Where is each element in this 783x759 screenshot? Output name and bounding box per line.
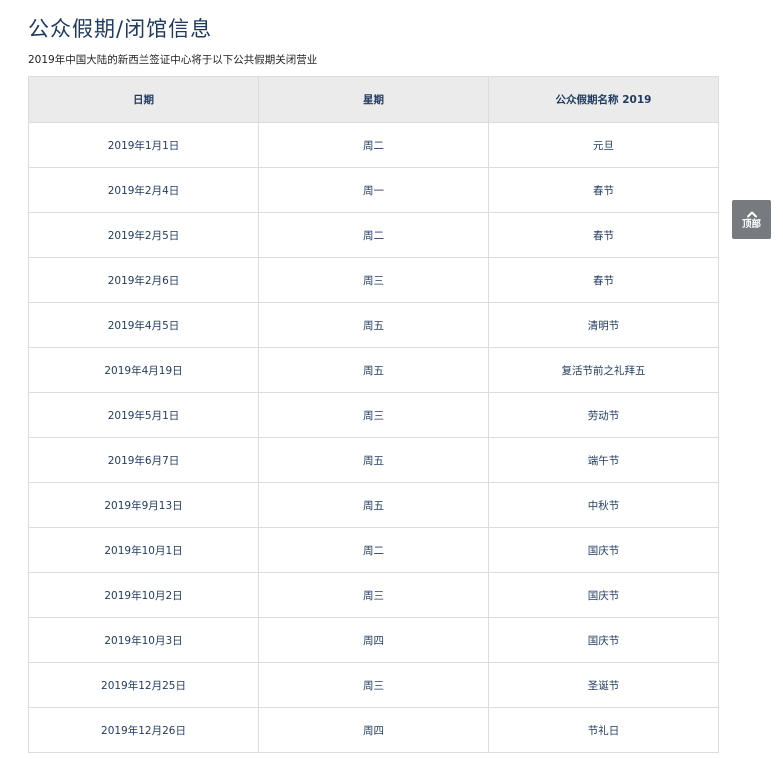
weekday-cell: 周五 <box>258 347 489 393</box>
column-header-date: 日期 <box>28 76 259 123</box>
holiday-name-cell: 国庆节 <box>488 617 719 663</box>
date-cell: 2019年10月3日 <box>28 617 259 663</box>
back-to-top-button[interactable]: 顶部 <box>732 200 771 239</box>
weekday-cell: 周三 <box>258 257 489 303</box>
holiday-table-header: 日期 星期 公众假期名称 2019 <box>28 76 719 123</box>
date-cell: 2019年9月13日 <box>28 482 259 528</box>
weekday-cell: 周二 <box>258 527 489 573</box>
table-row: 2019年2月6日 周三 春节 <box>28 257 719 303</box>
date-cell: 2019年2月4日 <box>28 167 259 213</box>
date-cell: 2019年2月5日 <box>28 212 259 258</box>
weekday-cell: 周五 <box>258 482 489 528</box>
intro-text: 2019年中国大陆的新西兰签证中心将于以下公共假期关闭营业 <box>28 54 318 66</box>
holiday-name-cell: 春节 <box>488 212 719 258</box>
table-row: 2019年4月5日 周五 清明节 <box>28 302 719 348</box>
holiday-table: 日期 星期 公众假期名称 2019 2019年1月1日 周二 元旦 2019年2… <box>28 76 719 753</box>
date-cell: 2019年4月5日 <box>28 302 259 348</box>
date-cell: 2019年6月7日 <box>28 437 259 483</box>
table-row: 2019年10月2日 周三 国庆节 <box>28 572 719 618</box>
holiday-name-cell: 春节 <box>488 257 719 303</box>
weekday-cell: 周三 <box>258 662 489 708</box>
date-cell: 2019年12月25日 <box>28 662 259 708</box>
chevron-up-icon <box>746 211 757 217</box>
column-header-weekday: 星期 <box>258 76 489 123</box>
holiday-name-cell: 国庆节 <box>488 572 719 618</box>
date-cell: 2019年2月6日 <box>28 257 259 303</box>
holiday-name-cell: 元旦 <box>488 122 719 168</box>
holiday-name-cell: 圣诞节 <box>488 662 719 708</box>
back-to-top-label: 顶部 <box>741 218 761 230</box>
weekday-cell: 周三 <box>258 572 489 618</box>
header-row: 日期 星期 公众假期名称 2019 <box>28 76 719 123</box>
table-row: 2019年10月1日 周二 国庆节 <box>28 527 719 573</box>
holiday-name-cell: 节礼日 <box>488 707 719 753</box>
weekday-cell: 周一 <box>258 167 489 213</box>
table-row: 2019年5月1日 周三 劳动节 <box>28 392 719 438</box>
date-cell: 2019年10月2日 <box>28 572 259 618</box>
holiday-name-cell: 劳动节 <box>488 392 719 438</box>
weekday-cell: 周五 <box>258 437 489 483</box>
date-cell: 2019年12月26日 <box>28 707 259 753</box>
page-title: 公众假期/闭馆信息 <box>28 17 213 41</box>
holiday-name-cell: 端午节 <box>488 437 719 483</box>
weekday-cell: 周四 <box>258 617 489 663</box>
table-row: 2019年4月19日 周五 复活节前之礼拜五 <box>28 347 719 393</box>
column-header-holiday-name: 公众假期名称 2019 <box>488 76 719 123</box>
table-row: 2019年2月5日 周二 春节 <box>28 212 719 258</box>
table-row: 2019年12月25日 周三 圣诞节 <box>28 662 719 708</box>
table-row: 2019年6月7日 周五 端午节 <box>28 437 719 483</box>
weekday-cell: 周四 <box>258 707 489 753</box>
holiday-name-cell: 中秋节 <box>488 482 719 528</box>
table-row: 2019年2月4日 周一 春节 <box>28 167 719 213</box>
date-cell: 2019年4月19日 <box>28 347 259 393</box>
holiday-name-cell: 清明节 <box>488 302 719 348</box>
holiday-table-body: 2019年1月1日 周二 元旦 2019年2月4日 周一 春节 2019年2月5… <box>28 122 719 753</box>
holiday-name-cell: 春节 <box>488 167 719 213</box>
table-row: 2019年12月26日 周四 节礼日 <box>28 707 719 753</box>
date-cell: 2019年1月1日 <box>28 122 259 168</box>
weekday-cell: 周五 <box>258 302 489 348</box>
weekday-cell: 周二 <box>258 212 489 258</box>
date-cell: 2019年5月1日 <box>28 392 259 438</box>
table-row: 2019年9月13日 周五 中秋节 <box>28 482 719 528</box>
weekday-cell: 周三 <box>258 392 489 438</box>
table-row: 2019年1月1日 周二 元旦 <box>28 122 719 168</box>
holiday-name-cell: 国庆节 <box>488 527 719 573</box>
weekday-cell: 周二 <box>258 122 489 168</box>
table-row: 2019年10月3日 周四 国庆节 <box>28 617 719 663</box>
date-cell: 2019年10月1日 <box>28 527 259 573</box>
holiday-name-cell: 复活节前之礼拜五 <box>488 347 719 393</box>
